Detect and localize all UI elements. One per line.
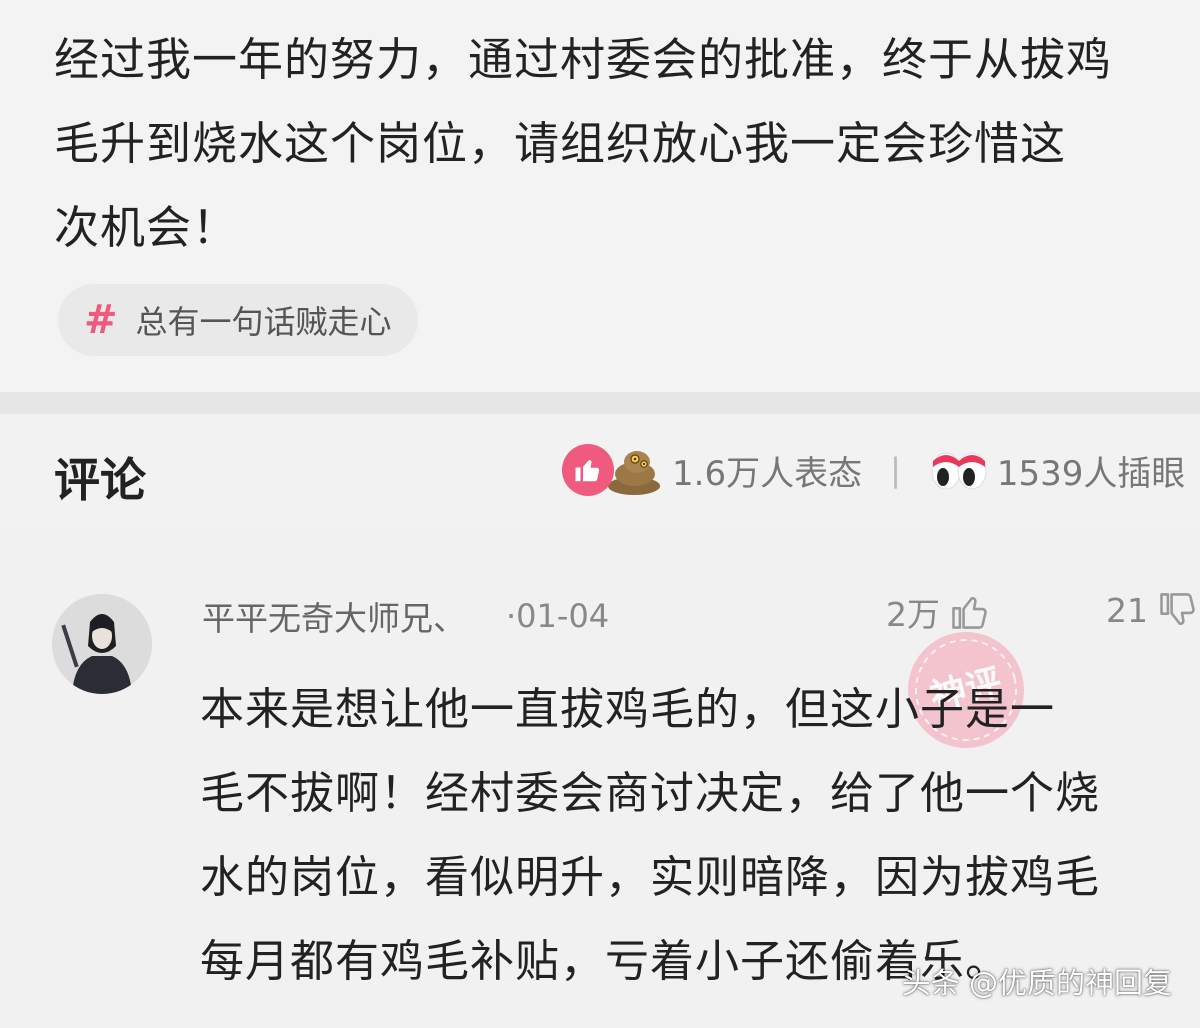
reactions-summary[interactable]: 1.6万人表态 | 1539人插眼: [562, 442, 1185, 498]
comment-text: 本来是想让他一直拔鸡毛的，但这小子是一 毛不拔啊！经村委会商讨决定，给了他一个烧…: [200, 684, 1100, 987]
eyes-reaction-icon: [931, 452, 987, 490]
like-count: 2万: [886, 595, 940, 634]
dislike-button[interactable]: 21: [1106, 588, 1200, 632]
section-divider: [0, 392, 1200, 414]
comments-header: 评论 1.6万人表态 | 1539人插眼: [0, 414, 1200, 528]
comment-date: ·01-04: [506, 597, 610, 635]
comments-title: 评论: [54, 453, 146, 507]
comment-item: 平平无奇大师兄、 ·01-04 2万 21 神评 本来是想让他一直拔鸡毛的，但这…: [0, 528, 1200, 1028]
reactions-count: 1.6万人表态: [672, 453, 863, 494]
watermark: 头条 @优质的神回复: [901, 966, 1172, 1000]
separator: |: [890, 451, 901, 489]
comment-meta: 平平无奇大师兄、 ·01-04: [202, 592, 609, 640]
topic-label: 总有一句话贼走心: [135, 303, 392, 341]
like-reaction-icon: [562, 444, 614, 496]
comment-username[interactable]: 平平无奇大师兄、: [202, 592, 466, 640]
poop-reaction-icon: [608, 451, 660, 495]
reaction-icons: [562, 442, 662, 498]
post-text: 经过我一年的努力，通过村委会的批准，终于从拔鸡 毛升到烧水这个岗位，请组织放心我…: [54, 33, 1113, 254]
topic-tag[interactable]: # 总有一句话贼走心: [58, 284, 418, 356]
hashtag-icon: #: [84, 297, 118, 343]
eyes-count: 1539人插眼: [996, 453, 1186, 494]
avatar[interactable]: [52, 594, 152, 694]
thumbs-down-icon: [1160, 593, 1195, 626]
post-card: 经过我一年的努力，通过村委会的批准，终于从拔鸡 毛升到烧水这个岗位，请组织放心我…: [0, 0, 1200, 392]
dislike-count: 21: [1106, 590, 1148, 630]
